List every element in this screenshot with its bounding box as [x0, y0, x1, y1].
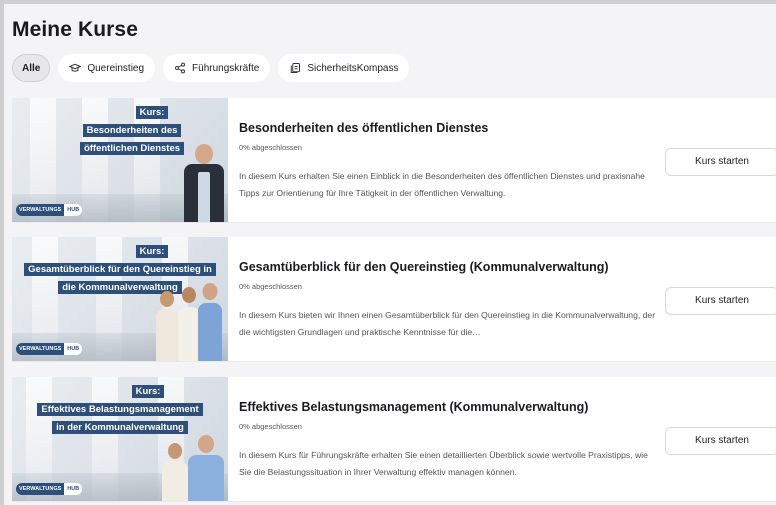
filter-bar: Alle Quereinstieg Führungskräfte Sicherh… — [12, 54, 410, 82]
brand-logo: VERWALTUNGS HUB — [16, 343, 83, 355]
course-info: Effektives Belastungsmanagement (Kommuna… — [228, 377, 776, 501]
course-description: In diesem Kurs erhalten Sie einen Einbli… — [239, 171, 645, 198]
brand-logo: VERWALTUNGS HUB — [16, 204, 83, 216]
thumbnail-title-line: Besonderheiten des — [82, 124, 182, 137]
course-progress: 0% abgeschlossen — [239, 282, 302, 291]
document-copy-icon — [291, 63, 301, 73]
brand-logo-part: HUB — [64, 204, 83, 216]
course-info: Besonderheiten des öffentlichen Dienstes… — [228, 98, 776, 222]
filter-chip-label: Quereinstieg — [87, 62, 145, 74]
filter-chip-sicherheitskompass[interactable]: SicherheitsKompass — [278, 54, 410, 82]
presenter-photo — [198, 281, 222, 361]
course-description: In diesem Kurs für Führungskräfte erhalt… — [239, 450, 648, 477]
thumbnail-title-line: in der Kommunalverwaltung — [52, 421, 188, 434]
graduation-cap-icon — [69, 63, 82, 72]
course-thumbnail[interactable]: Kurs: Besonderheiten des öffentlichen Di… — [12, 98, 228, 222]
app-frame: Meine Kurse Alle Quereinstieg Führungskr… — [4, 4, 776, 505]
thumbnail-title-line: Kurs: — [135, 106, 169, 119]
course-card: Kurs: Effektives Belastungsmanagement in… — [12, 377, 776, 501]
course-progress: 0% abgeschlossen — [239, 143, 302, 152]
brand-logo-part: HUB — [64, 483, 83, 495]
thumbnail-title-line: Kurs: — [135, 245, 169, 258]
share-nodes-icon — [175, 62, 186, 74]
start-course-button[interactable]: Kurs starten — [665, 427, 776, 455]
course-title[interactable]: Besonderheiten des öffentlichen Dienstes — [239, 121, 488, 135]
presenter-photo — [162, 441, 188, 501]
presenter-photo — [178, 285, 200, 361]
brand-logo-part: VERWALTUNGS — [16, 483, 65, 495]
filter-chip-quereinstieg[interactable]: Quereinstieg — [58, 54, 156, 82]
brand-logo: VERWALTUNGS HUB — [16, 483, 83, 495]
presenter-photo — [156, 289, 178, 361]
thumbnail-title-line: öffentlichen Dienstes — [79, 142, 185, 155]
course-info: Gesamtüberblick für den Quereinstieg (Ko… — [228, 237, 776, 361]
course-description: In diesem Kurs bieten wir Ihnen einen Ge… — [239, 310, 656, 337]
filter-chip-label: Führungskräfte — [192, 62, 260, 74]
thumbnail-title-line: Gesamtüberblick für den Quereinstieg in — [24, 263, 216, 276]
start-course-button[interactable]: Kurs starten — [665, 287, 776, 315]
filter-chip-label: SicherheitsKompass — [307, 62, 399, 74]
filter-chip-alle[interactable]: Alle — [12, 54, 51, 82]
brand-logo-part: HUB — [64, 343, 83, 355]
thumbnail-title-line: Effektives Belastungsmanagement — [37, 403, 203, 416]
thumbnail-title: Kurs: Effektives Belastungsmanagement in… — [12, 381, 228, 435]
course-thumbnail[interactable]: Kurs: Gesamtüberblick für den Quereinsti… — [12, 237, 228, 361]
page-title: Meine Kurse — [12, 18, 138, 41]
course-progress: 0% abgeschlossen — [239, 422, 302, 431]
course-title[interactable]: Effektives Belastungsmanagement (Kommuna… — [239, 400, 588, 414]
presenter-photo — [188, 433, 224, 501]
thumbnail-title-line: Kurs: — [131, 385, 165, 398]
filter-chip-label: Alle — [22, 62, 41, 74]
brand-logo-part: VERWALTUNGS — [16, 343, 65, 355]
brand-logo-part: VERWALTUNGS — [16, 204, 65, 216]
course-card: Kurs: Gesamtüberblick für den Quereinsti… — [12, 237, 776, 361]
start-course-button[interactable]: Kurs starten — [665, 148, 776, 176]
presenter-photo — [184, 140, 224, 222]
course-thumbnail[interactable]: Kurs: Effektives Belastungsmanagement in… — [12, 377, 228, 501]
course-card: Kurs: Besonderheiten des öffentlichen Di… — [12, 98, 776, 222]
course-title[interactable]: Gesamtüberblick für den Quereinstieg (Ko… — [239, 260, 609, 274]
filter-chip-fuehrungskraefte[interactable]: Führungskräfte — [163, 54, 271, 82]
